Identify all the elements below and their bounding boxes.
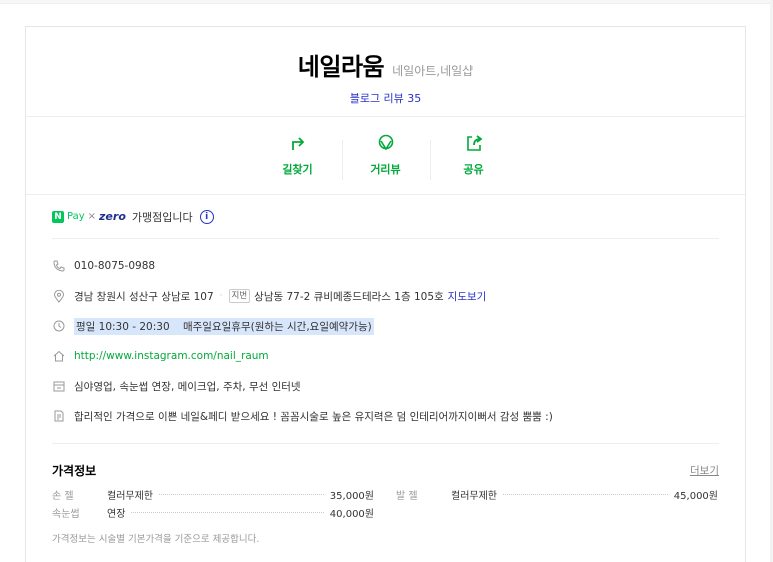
price-column-right: 발 젤 컬러무제한 45,000원 — [396, 485, 718, 521]
price-item: 속눈썹 연장 40,000원 — [52, 503, 374, 521]
npay-logo-icon: N — [52, 210, 64, 223]
map-link[interactable]: 지도보기 — [448, 289, 487, 304]
price-note: 가격정보는 시술별 기본가격을 기준으로 제공합니다. — [52, 534, 260, 545]
directions-button[interactable]: 길찾기 — [254, 134, 342, 177]
phone-row: 010-8075-0988 — [52, 251, 719, 281]
price-category: 손 젤 — [52, 490, 74, 502]
price-value: 35,000원 — [329, 490, 374, 502]
phone-number[interactable]: 010-8075-0988 — [74, 260, 155, 272]
place-category: 네일아트,네일샵 — [392, 64, 474, 78]
hours-row: 평일 10:30 - 20:30 매주일요일휴무(원하는 시간,요일예약가능) — [52, 311, 719, 341]
place-card: 네일라움 네일아트,네일샵 블로그 리뷰 35 길찾기 거리뷰 공유 N Pay… — [25, 26, 746, 562]
price-column-left: 손 젤 컬러무제한 35,000원 속눈썹 연장 40,000원 — [52, 485, 374, 521]
price-name: 연장 — [107, 508, 126, 520]
npay-zero-banner: N Pay × zero 가맹점입니다 i — [52, 195, 719, 239]
price-leader — [503, 493, 668, 495]
place-header: 네일라움 네일아트,네일샵 블로그 리뷰 35 — [26, 27, 745, 117]
directions-icon — [291, 137, 304, 150]
price-value: 45,000원 — [673, 490, 718, 502]
price-section: 가격정보 더보기 손 젤 컬러무제한 35,000원 속눈썹 연장 40,000… — [52, 444, 719, 545]
place-body: N Pay × zero 가맹점입니다 i 010-8075-0988 경남 창… — [26, 195, 745, 545]
amenities-text: 심야영업, 속눈썹 연장, 메이크업, 주차, 무선 인터넷 — [74, 380, 301, 393]
business-hours: 평일 10:30 - 20:30 매주일요일휴무(원하는 시간,요일예약가능) — [74, 317, 374, 335]
top-border — [0, 0, 773, 4]
address-row: 경남 창원시 성산구 상남로 107 · 지번 상남동 77-2 큐비메종드테라… — [52, 281, 719, 311]
price-leader — [131, 511, 324, 513]
npay-times: × — [87, 211, 97, 222]
directions-label: 길찾기 — [282, 163, 313, 176]
info-icon[interactable]: i — [199, 209, 214, 224]
price-value: 40,000원 — [329, 508, 374, 520]
share-button[interactable]: 공유 — [429, 134, 518, 180]
blog-review-link[interactable]: 블로그 리뷰 35 — [350, 90, 422, 106]
description-row: 합리적인 가격으로 이쁜 네일&페디 받으세요 ! 꼼꼼시술로 높은 유지력은 … — [52, 401, 719, 431]
amenities-icon — [52, 379, 66, 393]
streetview-label: 거리뷰 — [370, 163, 401, 176]
amenities-row: 심야영업, 속눈썹 연장, 메이크업, 주차, 무선 인터넷 — [52, 371, 719, 401]
price-category: 발 젤 — [396, 490, 418, 502]
zero-logo: zero — [99, 210, 126, 223]
clock-icon — [52, 319, 66, 333]
location-pin-icon — [52, 289, 66, 303]
homepage-link[interactable]: http://www.instagram.com/nail_raum — [74, 350, 269, 362]
npay-pay-text: Pay — [67, 211, 85, 222]
share-icon — [466, 135, 482, 151]
npay-merchant-text: 가맹점입니다 — [131, 210, 193, 224]
share-label: 공유 — [463, 163, 484, 176]
price-item: 발 젤 컬러무제한 45,000원 — [396, 485, 718, 503]
price-item: 손 젤 컬러무제한 35,000원 — [52, 485, 374, 503]
info-list: 010-8075-0988 경남 창원시 성산구 상남로 107 · 지번 상남… — [52, 239, 719, 444]
road-address: 경남 창원시 성산구 상남로 107 — [74, 290, 214, 303]
price-more-link[interactable]: 더보기 — [690, 463, 719, 478]
price-name: 컬러무제한 — [107, 490, 153, 502]
action-bar: 길찾기 거리뷰 공유 — [26, 117, 745, 195]
phone-icon — [52, 259, 66, 273]
price-name: 컬러무제한 — [451, 490, 497, 502]
streetview-button[interactable]: 거리뷰 — [341, 134, 430, 180]
description-icon — [52, 409, 66, 423]
jibun-chip: 지번 — [228, 289, 251, 303]
price-category: 속눈썹 — [52, 508, 80, 520]
homepage-row: http://www.instagram.com/nail_raum — [52, 341, 719, 371]
price-title: 가격정보 — [52, 464, 97, 478]
price-grid: 손 젤 컬러무제한 35,000원 속눈썹 연장 40,000원 발 젤 컬러무… — [52, 485, 719, 521]
address-separator: · — [219, 291, 223, 301]
streetview-icon — [378, 134, 393, 151]
description-text: 합리적인 가격으로 이쁜 네일&페디 받으세요 ! 꼼꼼시술로 높은 유지력은 … — [74, 410, 553, 423]
home-icon — [52, 349, 66, 363]
price-leader — [159, 493, 324, 495]
place-title: 네일라움 — [297, 53, 385, 81]
jibun-address: 상남동 77-2 큐비메종드테라스 1층 105호 — [254, 290, 444, 303]
